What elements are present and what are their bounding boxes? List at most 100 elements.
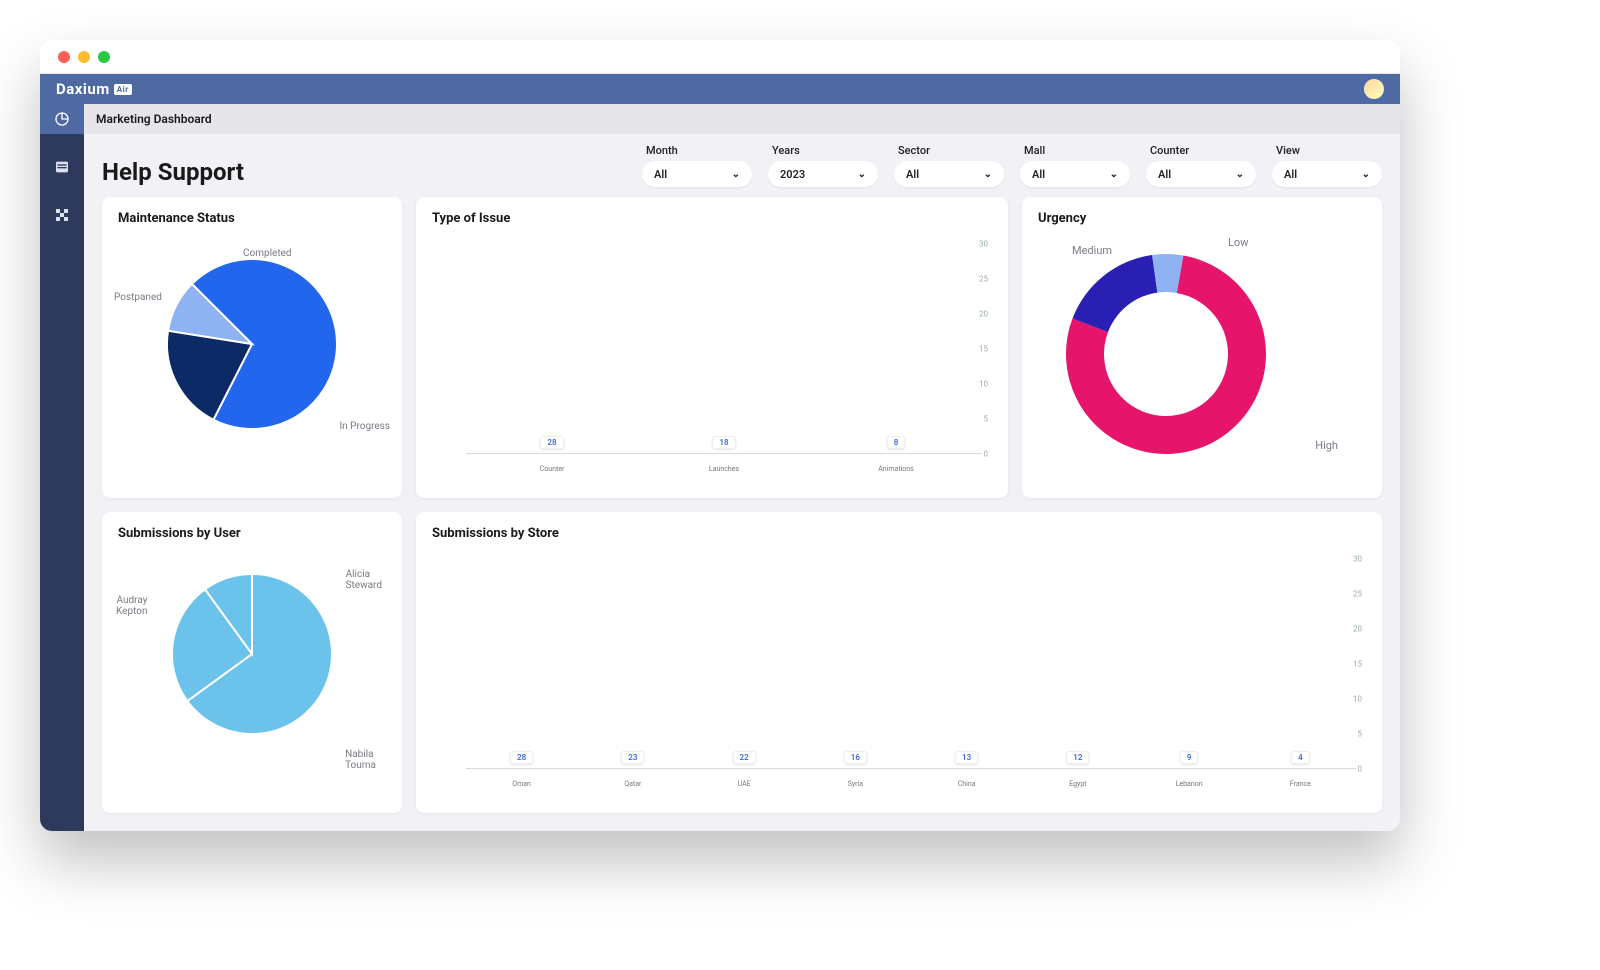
page-title: Help Support [102, 144, 244, 186]
filter-counter: Counter All ⌄ [1146, 144, 1256, 187]
window-zoom-button[interactable] [98, 51, 110, 63]
legend-low: Low [1228, 236, 1248, 249]
user-avatar[interactable] [1364, 79, 1384, 99]
x-tick-label: Counter [466, 465, 638, 473]
bar-value-label: 8 [887, 436, 906, 449]
legend-high: High [1315, 439, 1338, 452]
x-tick-label: Qatar [577, 780, 688, 788]
bar-value-label: 23 [621, 751, 644, 764]
filter-select-sector[interactable]: All ⌄ [894, 161, 1004, 187]
bar-value-label: 4 [1291, 751, 1310, 764]
legend-in-progress: In Progress [339, 421, 390, 432]
legend-completed: Completed [243, 248, 292, 259]
bar-value-label: 9 [1180, 751, 1199, 764]
bar-value-label: 28 [540, 436, 563, 449]
x-tick-label: Egypt [1022, 780, 1133, 788]
card-submissions-by-user: Submissions by User NabilaTouma AudrayKe… [102, 512, 402, 813]
filter-value-view: All [1284, 168, 1297, 181]
nav-item-tables[interactable] [40, 152, 84, 182]
window-minimize-button[interactable] [78, 51, 90, 63]
legend-alicia: AliciaSteward [346, 569, 382, 591]
side-nav [40, 104, 84, 831]
chevron-down-icon: ⌄ [858, 169, 866, 180]
filter-value-mall: All [1032, 168, 1045, 181]
filter-month: Month All ⌄ [642, 144, 752, 187]
chart-submissions-by-user: NabilaTouma AudrayKepton AliciaSteward [118, 549, 386, 789]
x-tick-label: UAE [689, 780, 800, 788]
card-urgency: Urgency High Medium Low [1022, 197, 1382, 498]
card-title: Type of Issue [432, 211, 992, 226]
chart-urgency: High Medium Low [1038, 234, 1366, 484]
x-tick-label: France [1245, 780, 1356, 788]
legend-nabila: NabilaTouma [345, 749, 376, 771]
bar-value-label: 22 [733, 751, 756, 764]
nav-item-dashboards[interactable] [40, 104, 84, 134]
chevron-down-icon: ⌄ [1362, 169, 1370, 180]
filter-select-counter[interactable]: All ⌄ [1146, 161, 1256, 187]
card-title: Maintenance Status [118, 211, 386, 226]
filter-select-years[interactable]: 2023 ⌄ [768, 161, 878, 187]
y-tick: 5 [984, 415, 989, 424]
legend-audray: AudrayKepton [116, 595, 147, 617]
card-maintenance-status: Maintenance Status In Progress Postpaned… [102, 197, 402, 498]
filter-value-counter: All [1158, 168, 1171, 181]
filter-bar: Month All ⌄ Years 2023 ⌄ Sector All ⌄ Ma… [642, 144, 1382, 187]
grid-icon [54, 207, 70, 223]
filter-select-view[interactable]: All ⌄ [1272, 161, 1382, 187]
pie-chart-icon [54, 111, 70, 127]
filter-select-month[interactable]: All ⌄ [642, 161, 752, 187]
chevron-down-icon: ⌄ [1236, 169, 1244, 180]
card-type-of-issue: Type of Issue 051015202530 28 Counter 18… [416, 197, 1008, 498]
chart-submissions-by-store: 051015202530 28 Oman 23 Qatar 22 UAE 16 … [432, 549, 1366, 799]
filter-mall: Mall All ⌄ [1020, 144, 1130, 187]
legend-postpaned: Postpaned [114, 292, 162, 303]
filter-label-counter: Counter [1146, 144, 1256, 157]
filter-label-mall: Mall [1020, 144, 1130, 157]
filter-label-sector: Sector [894, 144, 1004, 157]
filter-select-mall[interactable]: All ⌄ [1020, 161, 1130, 187]
chart-type-of-issue: 051015202530 28 Counter 18 Launches 8 An… [432, 234, 992, 484]
chevron-down-icon: ⌄ [732, 169, 740, 180]
x-tick-label: Lebanon [1134, 780, 1245, 788]
x-tick-label: Animations [810, 465, 982, 473]
chevron-down-icon: ⌄ [984, 169, 992, 180]
brand-name: Daxium [56, 80, 110, 98]
filter-value-month: All [654, 168, 667, 181]
x-tick-label: Oman [466, 780, 577, 788]
y-tick: 0 [1358, 765, 1363, 774]
bar-value-label: 28 [510, 751, 533, 764]
card-title: Submissions by Store [432, 526, 1366, 541]
brand-logo: Daxium Air [56, 80, 132, 98]
filter-value-sector: All [906, 168, 919, 181]
brand-bar: Daxium Air [40, 74, 1400, 104]
brand-suffix-badge: Air [114, 84, 132, 95]
chevron-down-icon: ⌄ [1110, 169, 1118, 180]
mac-titlebar [40, 40, 1400, 74]
y-tick: 5 [1358, 730, 1363, 739]
legend-medium: Medium [1072, 244, 1112, 257]
filter-label-years: Years [768, 144, 878, 157]
x-tick-label: Syria [800, 780, 911, 788]
y-tick: 0 [984, 450, 989, 459]
nav-item-apps[interactable] [40, 200, 84, 230]
bar-value-label: 18 [712, 436, 735, 449]
card-title: Urgency [1038, 211, 1366, 226]
filter-sector: Sector All ⌄ [894, 144, 1004, 187]
bar-value-label: 12 [1066, 751, 1089, 764]
filter-label-month: Month [642, 144, 752, 157]
tab-marketing-dashboard[interactable]: Marketing Dashboard [96, 112, 212, 126]
card-title: Submissions by User [118, 526, 386, 541]
bar-value-label: 16 [844, 751, 867, 764]
table-icon [54, 159, 70, 175]
filter-label-view: View [1272, 144, 1382, 157]
filter-years: Years 2023 ⌄ [768, 144, 878, 187]
window-close-button[interactable] [58, 51, 70, 63]
tab-bar: Marketing Dashboard [84, 104, 1400, 134]
filter-value-years: 2023 [780, 168, 805, 181]
x-tick-label: Launches [638, 465, 810, 473]
card-submissions-by-store: Submissions by Store 051015202530 28 Oma… [416, 512, 1382, 813]
chart-maintenance-status: In Progress Postpaned Completed [118, 234, 386, 474]
filter-view: View All ⌄ [1272, 144, 1382, 187]
main-area: Marketing Dashboard Help Support Month A… [84, 104, 1400, 831]
bar-value-label: 13 [955, 751, 978, 764]
